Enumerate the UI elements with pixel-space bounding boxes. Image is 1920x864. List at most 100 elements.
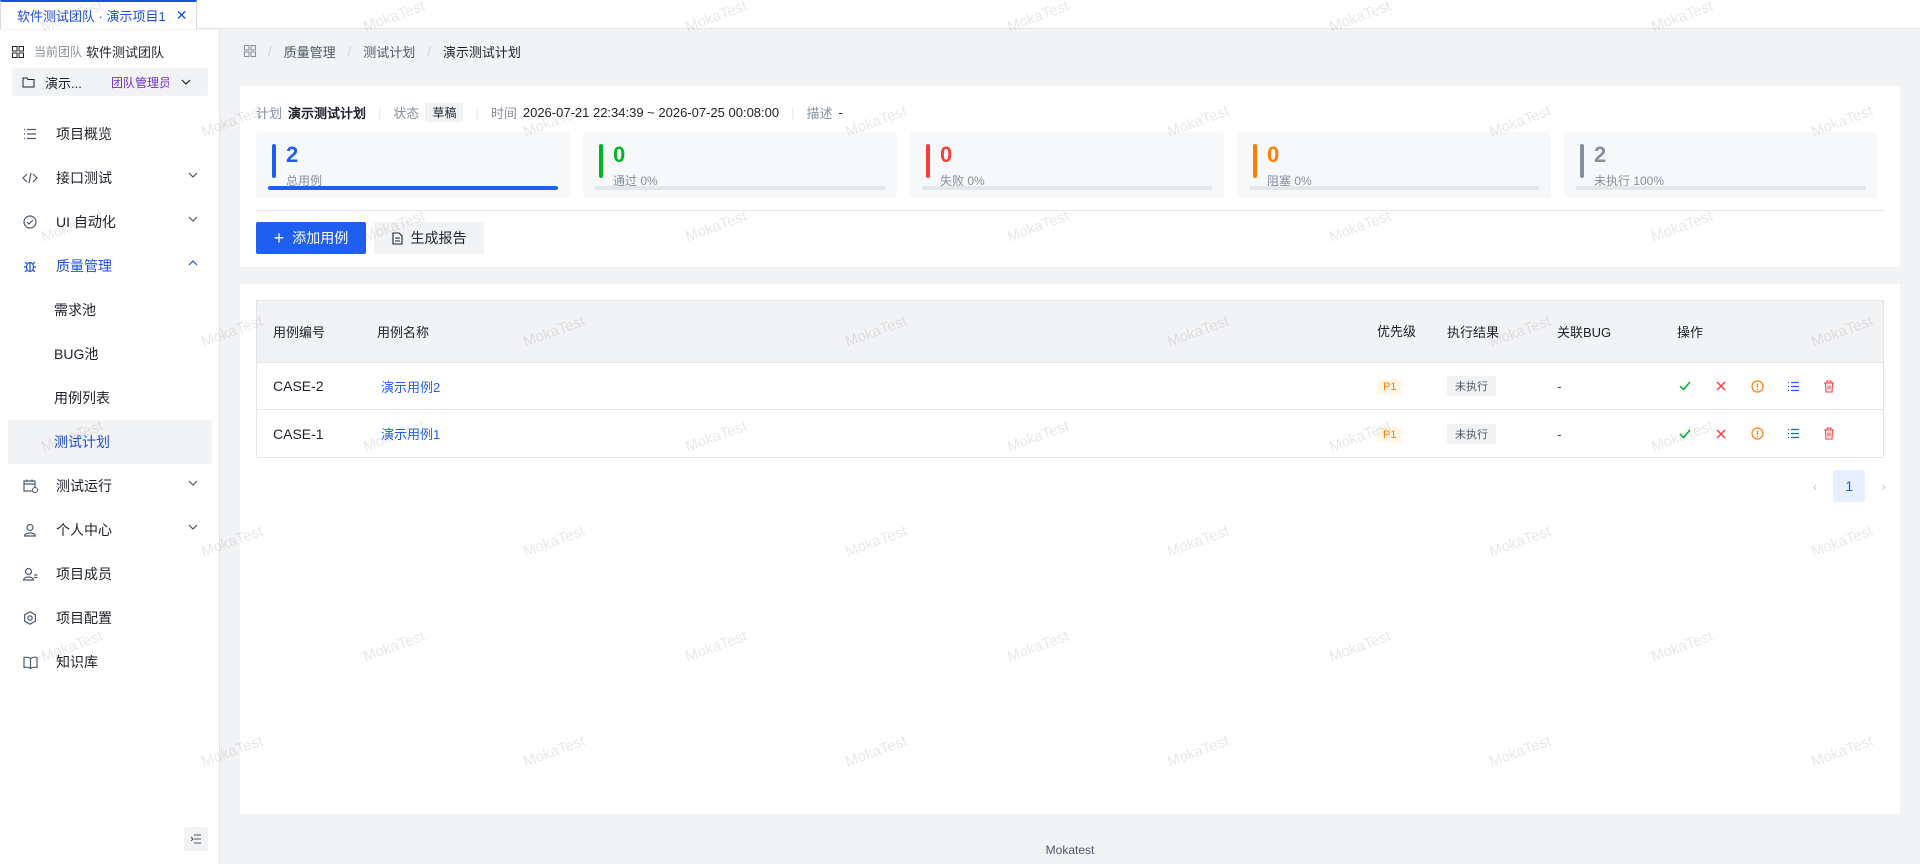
- desc-label: 描述: [806, 105, 833, 121]
- block-icon[interactable]: [1749, 426, 1765, 442]
- folder-icon: [22, 77, 35, 88]
- plan-summary-card: 计划 演示测试计划 | 状态 草稿 | 时间 2026-07-21 22:34:…: [240, 86, 1900, 267]
- stat-progress: [1576, 186, 1866, 190]
- stat-accent: [599, 144, 603, 178]
- check-circle-icon: [22, 214, 38, 230]
- tab-project[interactable]: 软件测试团队 · 演示项目1 ✕: [0, 0, 197, 29]
- status-label: 状态: [393, 105, 420, 121]
- menu-item-ui-automation[interactable]: UI 自动化: [0, 200, 220, 244]
- col-case-id: 用例编号: [273, 325, 326, 340]
- team-name: 软件测试团队: [86, 45, 165, 60]
- plan-desc: -: [838, 104, 843, 120]
- menu-item-config[interactable]: 项目配置: [0, 596, 220, 640]
- col-case-name: 用例名称: [377, 325, 430, 340]
- pass-icon[interactable]: [1677, 426, 1693, 442]
- chevron-down-icon: [188, 524, 198, 530]
- project-select[interactable]: 演示... 团队管理员: [12, 68, 208, 96]
- stat-number: 0: [940, 142, 953, 167]
- menu-item-test-run[interactable]: 测试运行: [0, 464, 220, 508]
- case-name-link[interactable]: 演示用例1: [381, 427, 440, 442]
- case-id: CASE-1: [273, 425, 324, 442]
- pass-icon[interactable]: [1677, 378, 1693, 394]
- plan-label: 计划: [256, 105, 283, 121]
- menu-item-quality[interactable]: 质量管理: [0, 244, 220, 288]
- team-info: 当前团队 软件测试团队: [12, 42, 164, 61]
- footer: Mokatest: [1045, 843, 1095, 857]
- stat-failed: 0 失败 0%: [910, 132, 1224, 198]
- delete-icon[interactable]: [1821, 426, 1837, 442]
- user-icon: [22, 522, 38, 538]
- case-name-link[interactable]: 演示用例2: [381, 380, 440, 395]
- stat-number: 2: [286, 142, 299, 167]
- book-icon: [22, 654, 38, 670]
- generate-report-button[interactable]: 生成报告: [374, 222, 484, 254]
- table-row: CASE-1 演示用例1 P1 未执行 -: [257, 410, 1883, 457]
- menu-item-members[interactable]: 项目成员: [0, 552, 220, 596]
- breadcrumb-separator: /: [427, 43, 431, 59]
- divider: [256, 210, 1884, 211]
- breadcrumb-separator: /: [268, 43, 272, 59]
- menu-item-personal[interactable]: 个人中心: [0, 508, 220, 552]
- users-icon: [22, 566, 38, 582]
- breadcrumb-test-plan[interactable]: 测试计划: [363, 42, 415, 61]
- case-table-card: 用例编号 用例名称 优先级 执行结果 关联BUG 操作 CASE-2 演示用例2…: [240, 284, 1900, 814]
- grid-icon: [12, 45, 24, 58]
- col-result: 执行结果: [1447, 325, 1500, 340]
- breadcrumb-separator: /: [347, 43, 352, 59]
- collapse-sidebar-button[interactable]: [184, 827, 208, 851]
- stat-total: 2 总用例: [256, 132, 570, 198]
- plus-icon: +: [273, 228, 285, 248]
- stat-number: 0: [613, 142, 626, 167]
- breadcrumb-quality[interactable]: 质量管理: [284, 42, 336, 61]
- col-ops: 操作: [1677, 325, 1704, 340]
- menu-sub-bug-pool[interactable]: BUG池: [0, 332, 220, 376]
- col-priority: 优先级: [1377, 323, 1417, 339]
- menu-item-overview[interactable]: 项目概览: [0, 112, 220, 156]
- stat-progress: [922, 186, 1212, 190]
- menu-sub-requirements[interactable]: 需求池: [0, 288, 220, 332]
- next-page-button[interactable]: ›: [1881, 478, 1886, 494]
- breadcrumb-current: 演示测试计划: [442, 44, 521, 60]
- menu-item-knowledge-base[interactable]: 知识库: [0, 640, 220, 684]
- menu-sub-case-list[interactable]: 用例列表: [0, 376, 220, 420]
- add-case-button[interactable]: + 添加用例: [256, 222, 366, 254]
- menu-item-api-test[interactable]: 接口测试: [0, 156, 220, 200]
- bug-icon: [22, 258, 38, 274]
- stats-row: 2 总用例 0 通过 0% 0 失败 0% 0 阻塞 0% 2 未执行 100%: [256, 132, 1878, 198]
- bug-value: -: [1557, 378, 1562, 394]
- delete-icon[interactable]: [1821, 378, 1837, 394]
- bug-value: -: [1557, 425, 1562, 442]
- detail-list-icon[interactable]: [1785, 378, 1801, 394]
- gear-icon: [22, 610, 38, 626]
- apps-icon[interactable]: [244, 45, 256, 57]
- fail-icon[interactable]: [1713, 378, 1729, 394]
- chevron-up-icon: [188, 260, 198, 266]
- prev-page-button[interactable]: ‹: [1813, 478, 1818, 494]
- list-icon: [22, 126, 38, 142]
- block-icon[interactable]: [1749, 378, 1765, 394]
- stat-number: 0: [1267, 142, 1280, 167]
- detail-list-icon[interactable]: [1785, 426, 1801, 442]
- table-row: CASE-2 演示用例2 P1 未执行 -: [257, 363, 1883, 410]
- team-label: 当前团队: [34, 45, 83, 59]
- project-role: 团队管理员: [111, 75, 169, 90]
- stat-not-run: 2 未执行 100%: [1564, 132, 1878, 198]
- close-icon[interactable]: ✕: [176, 7, 188, 24]
- menu-sub-test-plan[interactable]: 测试计划: [8, 420, 212, 464]
- stat-progress: [595, 186, 885, 190]
- page-1-button[interactable]: 1: [1833, 470, 1866, 502]
- stat-accent: [1580, 144, 1584, 178]
- plan-time: 2026-07-21 22:34:39 ~ 2026-07-25 00:08:0…: [522, 104, 780, 120]
- priority-badge: P1: [1377, 379, 1403, 395]
- time-label: 时间: [490, 105, 517, 121]
- fail-icon[interactable]: [1713, 426, 1729, 442]
- col-bug: 关联BUG: [1557, 325, 1612, 340]
- chevron-down-icon: [188, 480, 198, 486]
- priority-badge: P1: [1377, 426, 1403, 443]
- plan-meta: 计划 演示测试计划 | 状态 草稿 | 时间 2026-07-21 22:34:…: [256, 102, 843, 122]
- chevron-down-icon: [188, 216, 198, 222]
- document-icon: [391, 231, 403, 245]
- row-actions: [1677, 426, 1867, 442]
- menu-fold-icon: [190, 834, 201, 844]
- side-menu: 项目概览 接口测试 UI 自动化 质量管理 需求池 BUG池 用例列表 测试计划…: [0, 112, 220, 684]
